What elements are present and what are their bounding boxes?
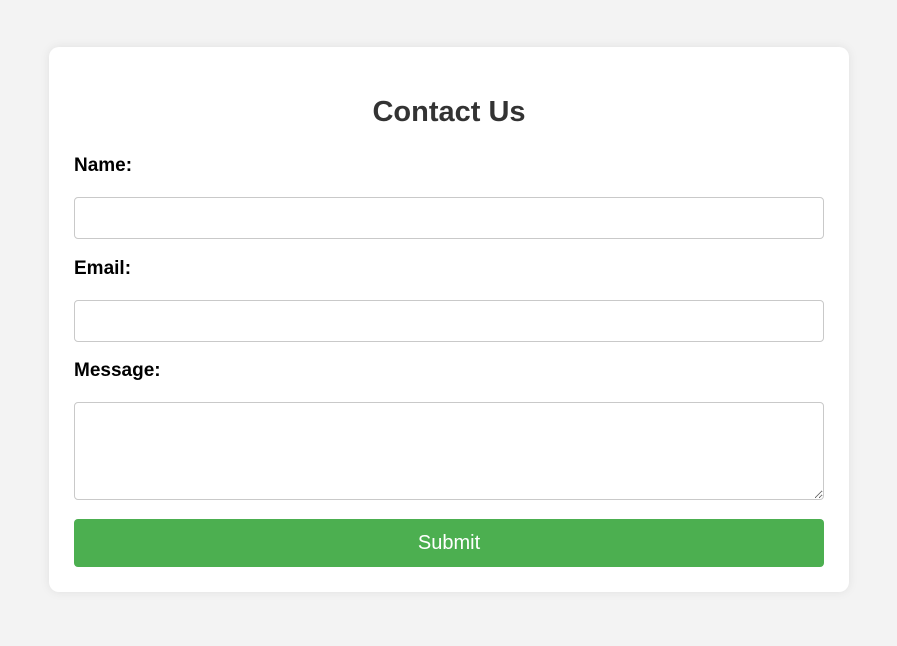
email-input[interactable] — [74, 300, 824, 342]
message-label: Message: — [74, 360, 161, 381]
contact-form-card: Contact Us Name: Email: Message: Submit — [49, 47, 849, 592]
message-textarea[interactable] — [74, 402, 824, 500]
page-title: Contact Us — [372, 96, 526, 128]
email-label: Email: — [74, 258, 132, 279]
name-input[interactable] — [74, 197, 824, 239]
submit-button[interactable]: Submit — [74, 519, 824, 567]
name-label: Name: — [74, 155, 133, 176]
